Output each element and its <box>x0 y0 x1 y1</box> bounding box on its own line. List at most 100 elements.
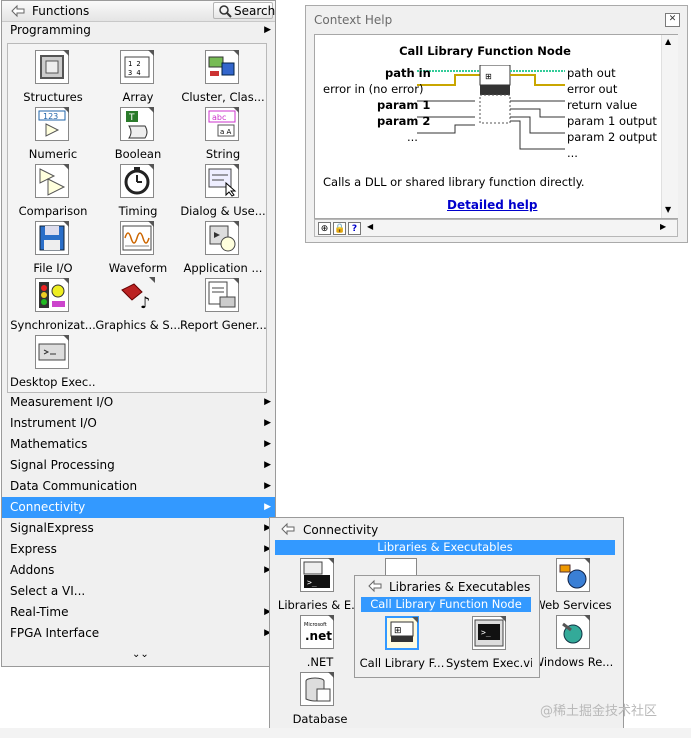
scroll-down-icon[interactable]: ▼ <box>665 205 671 214</box>
svg-text:1 2: 1 2 <box>128 60 141 68</box>
tile-string[interactable]: abc a A String <box>180 107 266 164</box>
connectivity-highlight[interactable]: Libraries & Executables <box>275 540 615 555</box>
category-express[interactable]: Express ▶ <box>2 539 275 560</box>
category-label: Data Communication <box>10 479 138 493</box>
category-addons[interactable]: Addons ▶ <box>2 560 275 581</box>
tile-array[interactable]: 1 23 4 Array <box>95 50 181 107</box>
terminal-param-1-output: param 1 output <box>567 114 657 128</box>
tile-system-exec[interactable]: >_ System Exec.vi <box>446 616 532 673</box>
waveform-icon <box>120 221 154 255</box>
tile-dialog[interactable]: Dialog & Use... <box>180 164 266 221</box>
pushpin-icon[interactable] <box>367 579 383 593</box>
scroll-left-icon[interactable]: ◀ <box>367 222 373 231</box>
tile-timing[interactable]: Timing <box>95 164 181 221</box>
context-help-title: Context Help <box>314 13 393 27</box>
tile-label: File I/O <box>33 261 73 275</box>
svg-text:abc: abc <box>212 113 226 122</box>
tile-label: Structures <box>23 90 83 104</box>
tile-boolean[interactable]: T Boolean <box>95 107 181 164</box>
submenu-arrow-icon: ▶ <box>264 502 271 512</box>
vertical-scrollbar[interactable]: ▲ ▼ <box>661 35 678 218</box>
category-label: Express <box>10 542 57 556</box>
tile-file-io[interactable]: File I/O <box>10 221 96 278</box>
tile-waveform[interactable]: Waveform <box>95 221 181 278</box>
expand-more-icon[interactable]: ⌄⌄ <box>132 649 149 660</box>
category-programming[interactable]: Programming ▶ <box>2 20 275 41</box>
tile-application-control[interactable]: Application ... <box>180 221 266 278</box>
help-icon[interactable]: ? <box>348 222 361 235</box>
submenu-arrow-icon: ▶ <box>264 481 271 491</box>
tile-label: Call Library F... <box>359 656 445 670</box>
category-signalexpress[interactable]: SignalExpress ▶ <box>2 518 275 539</box>
tile-label: Web Services <box>534 598 612 612</box>
detailed-help-link[interactable]: Detailed help <box>447 198 537 212</box>
terminal-return-value: return value <box>567 98 638 112</box>
submenu-arrow-icon: ▶ <box>264 418 271 428</box>
tile-report-generation[interactable]: Report Gener... <box>180 278 266 335</box>
scroll-up-icon[interactable]: ▲ <box>665 37 671 46</box>
tile-label: Database <box>292 712 348 726</box>
tile-dotnet[interactable]: Microsoft .net .NET <box>272 615 358 672</box>
category-data-communication[interactable]: Data Communication ▶ <box>2 476 275 497</box>
tile-cluster[interactable]: Cluster, Clas... <box>180 50 266 107</box>
search-icon <box>219 5 232 18</box>
tile-synchronization[interactable]: Synchronizat... <box>10 278 96 335</box>
tile-desktop-execution[interactable]: Desktop Exec... <box>10 335 96 392</box>
tile-libraries-executables[interactable]: >_ Libraries & E... <box>272 558 362 615</box>
web-services-icon <box>556 558 590 592</box>
category-mathematics[interactable]: Mathematics ▶ <box>2 434 275 455</box>
boolean-icon: T <box>120 107 154 141</box>
submenu-arrow-icon: ▶ <box>264 397 271 407</box>
category-select-vi[interactable]: Select a VI... <box>2 581 275 602</box>
tile-numeric[interactable]: 123 Numeric <box>10 107 96 164</box>
tile-comparison[interactable]: Comparison <box>10 164 96 221</box>
bottom-strip <box>0 728 691 738</box>
desktop-execution-icon <box>35 335 69 369</box>
terminal-param-2: param 2 <box>377 114 431 128</box>
submenu-arrow-icon: ▶ <box>264 460 271 470</box>
category-instrument-io[interactable]: Instrument I/O ▶ <box>2 413 275 434</box>
terminal-more-outputs: ... <box>567 146 578 160</box>
database-icon <box>300 672 334 706</box>
tile-call-library-function[interactable]: ⊞ Call Library F... <box>359 616 445 673</box>
tile-label: Desktop Exec... <box>10 375 96 389</box>
tile-label: Graphics & S... <box>95 318 181 332</box>
dialog-icon <box>205 164 239 198</box>
tile-structures[interactable]: Structures <box>10 50 96 107</box>
tile-label: Dialog & Use... <box>180 204 266 218</box>
search-button[interactable]: Search <box>213 2 275 19</box>
category-signal-processing[interactable]: Signal Processing ▶ <box>2 455 275 476</box>
tile-database[interactable]: Database <box>272 672 358 729</box>
watermark: @稀土掘金技术社区 <box>540 704 658 719</box>
node-heading: Call Library Function Node <box>399 44 571 58</box>
call-library-icon: ⊞ <box>385 616 419 650</box>
string-icon: abc a A <box>205 107 239 141</box>
svg-text:>_: >_ <box>307 578 317 587</box>
context-help-toolbar: ⊕ 🔒 ? ◀ ▶ <box>314 219 678 237</box>
category-connectivity[interactable]: Connectivity ▶ <box>2 497 275 518</box>
libraries-executables-icon: >_ <box>300 558 334 592</box>
category-measurement-io[interactable]: Measurement I/O ▶ <box>2 392 275 413</box>
scroll-right-icon[interactable]: ▶ <box>660 222 666 231</box>
tile-label: Boolean <box>114 147 162 161</box>
tile-graphics-sound[interactable]: ♪ Graphics & S... <box>95 277 181 335</box>
pushpin-icon[interactable] <box>280 522 296 536</box>
lock-icon[interactable]: 🔒 <box>333 222 346 235</box>
pushpin-icon[interactable] <box>10 4 26 18</box>
tile-windows-registry[interactable]: Windows Re... <box>530 615 616 672</box>
tile-web-services[interactable]: Web Services <box>530 558 616 615</box>
close-icon[interactable]: ✕ <box>665 13 680 27</box>
tile-label: String <box>205 147 241 161</box>
category-label: FPGA Interface <box>10 626 100 640</box>
palette-title: Functions <box>32 4 90 18</box>
svg-text:⊞: ⊞ <box>394 626 402 636</box>
libraries-executables-subpalette: Libraries & Executables Call Library Fun… <box>354 575 540 678</box>
svg-text:a A: a A <box>220 128 232 136</box>
libraries-highlight[interactable]: Call Library Function Node <box>361 597 531 612</box>
tile-label: Windows Re... <box>532 655 614 669</box>
category-real-time[interactable]: Real-Time ▶ <box>2 602 275 623</box>
category-label: Programming <box>10 23 91 37</box>
show-optional-terminals-icon[interactable]: ⊕ <box>318 222 331 235</box>
category-fpga-interface[interactable]: FPGA Interface ▶ <box>2 623 275 644</box>
tile-label: Cluster, Clas... <box>181 90 265 104</box>
